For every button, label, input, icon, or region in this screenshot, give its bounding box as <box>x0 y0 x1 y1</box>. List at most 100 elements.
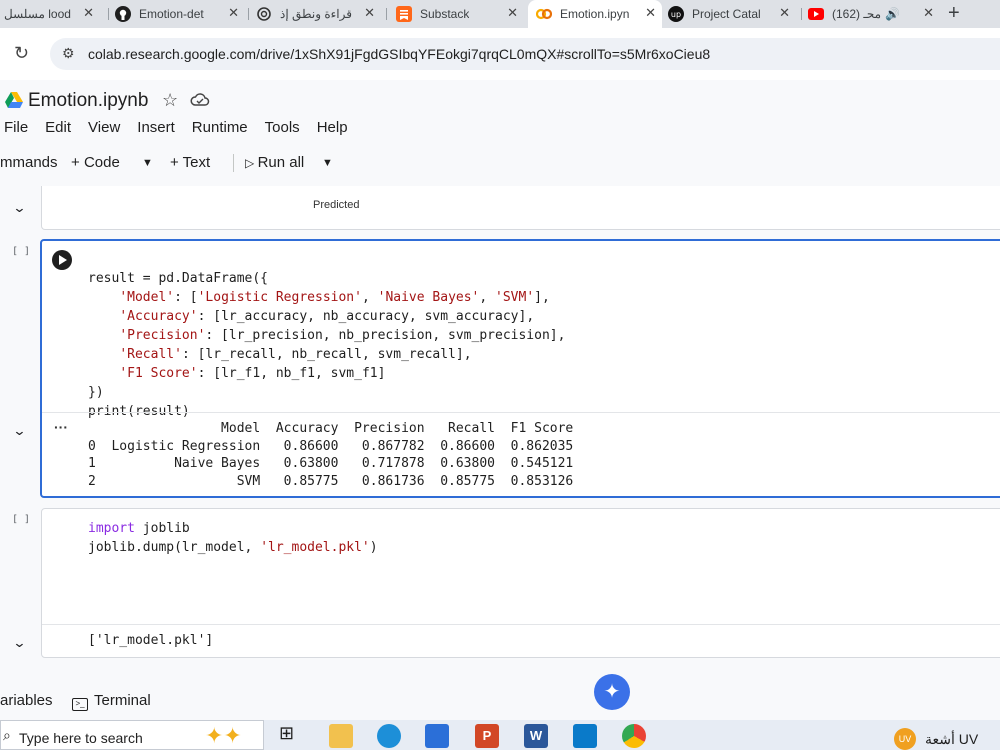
code-line: }) <box>88 385 104 400</box>
code-line: 'Model': ['Logistic Regression', 'Naive … <box>119 290 550 305</box>
chevron-down-icon[interactable]: ▼ <box>322 157 333 169</box>
browser-tab[interactable]: up Project Catal ✕ <box>668 0 796 28</box>
toolbar-divider <box>233 154 234 172</box>
chevron-down-icon[interactable]: ▼ <box>142 157 153 169</box>
menu-tools[interactable]: Tools <box>265 119 300 141</box>
tab-label: مسلسل lood <box>4 7 71 21</box>
run-all-label: Run all <box>257 154 305 171</box>
youtube-icon <box>808 8 824 20</box>
code-line: 'Recall': [lr_recall, nb_recall, svm_rec… <box>119 347 472 362</box>
notebook-title[interactable]: Emotion.ipynb <box>28 90 148 112</box>
close-icon[interactable]: ✕ <box>507 5 518 21</box>
run-cell-button[interactable] <box>52 250 72 270</box>
add-text-button[interactable]: + Text <box>170 154 210 171</box>
code-line: joblib.dump(lr_model, 'lr_model.pkl') <box>88 540 378 555</box>
url-field[interactable]: ⚙ colab.research.google.com/drive/1xShX9… <box>50 38 1000 70</box>
browser-tab[interactable]: مسلسل lood ✕ <box>0 0 100 28</box>
tab-label: (162) محـ <box>832 7 882 21</box>
code-line: import joblib <box>88 521 190 536</box>
execution-count: [ ] <box>12 514 31 525</box>
menu-view[interactable]: View <box>88 119 120 141</box>
openai-icon <box>257 7 271 21</box>
browser-tab[interactable]: (162) محـ 🔊 ✕ <box>808 0 940 28</box>
close-icon[interactable]: ✕ <box>228 5 239 21</box>
site-info-icon[interactable]: ⚙ <box>62 45 75 62</box>
output-text: Predicted <box>313 199 360 211</box>
gemini-sparkle-icon[interactable]: ✦ <box>594 674 630 710</box>
play-icon: ▷ <box>245 156 258 170</box>
upwork-icon: up <box>668 6 684 22</box>
tray-weather-label[interactable]: أشعة UV <box>925 731 978 748</box>
browser-tab[interactable]: Emotion-det ✕ <box>115 0 245 28</box>
more-actions-icon[interactable]: ··· <box>54 419 68 435</box>
url-text: colab.research.google.com/drive/1xShX91j… <box>88 46 711 62</box>
reload-icon[interactable]: ↻ <box>14 43 29 64</box>
code-editor[interactable]: result = pd.DataFrame({ 'Model': ['Logis… <box>88 250 565 421</box>
collapse-output-icon[interactable]: ⌄ <box>12 200 26 216</box>
vscode-icon[interactable] <box>573 724 597 748</box>
close-icon[interactable]: ✕ <box>83 5 94 21</box>
speaker-icon: 🔊 <box>885 7 901 21</box>
github-icon <box>115 6 131 22</box>
add-text-label: Text <box>182 154 211 171</box>
commands-button[interactable]: mmands <box>0 154 58 171</box>
substack-icon <box>396 6 412 22</box>
uv-weather-icon[interactable]: UV <box>894 728 916 750</box>
windows-taskbar: ⌕ Type here to search ✦✦ ⊞ P W <box>0 720 1000 750</box>
plus-icon: + <box>170 154 183 171</box>
browser-tab[interactable]: قراءة ونطق إذ ✕ <box>256 0 381 28</box>
collapse-output-icon[interactable]: ⌄ <box>12 423 26 439</box>
collapse-output-icon[interactable]: ⌄ <box>12 635 26 651</box>
tab-label: قراءة ونطق إذ <box>280 7 352 21</box>
taskbar-search[interactable]: ⌕ Type here to search ✦✦ <box>0 720 264 750</box>
cell-output: ['lr_model.pkl'] <box>88 633 214 648</box>
menu-help[interactable]: Help <box>317 119 348 141</box>
close-icon[interactable]: ✕ <box>645 5 656 21</box>
close-icon[interactable]: ✕ <box>923 5 934 21</box>
notebook-toolbar: mmands + Code ▼ + Text ▷ Run all ▼ <box>0 144 1000 180</box>
add-code-label: Code <box>83 154 120 171</box>
tab-separator <box>248 8 249 20</box>
colab-bottom-bar: ariables >_ Terminal <box>0 680 1000 720</box>
menu-insert[interactable]: Insert <box>137 119 175 141</box>
search-icon: ⌕ <box>3 727 11 743</box>
variables-tab[interactable]: ariables <box>0 692 53 709</box>
menu-runtime[interactable]: Runtime <box>192 119 248 141</box>
word-icon[interactable]: W <box>524 724 548 748</box>
output-divider <box>42 624 1000 625</box>
browser-tab-active[interactable]: Emotion.ipyn ✕ <box>528 0 662 28</box>
file-explorer-icon[interactable] <box>329 724 353 748</box>
code-line: 'F1 Score': [lr_f1, nb_f1, svm_f1] <box>119 366 386 381</box>
task-view-icon[interactable]: ⊞ <box>279 723 303 747</box>
new-tab-icon[interactable]: + <box>948 2 960 25</box>
edge-icon[interactable] <box>377 724 401 748</box>
code-line: result = pd.DataFrame({ <box>88 271 269 286</box>
address-bar: ↻ ⚙ colab.research.google.com/drive/1xSh… <box>0 28 1000 80</box>
code-editor[interactable]: import joblib joblib.dump(lr_model, 'lr_… <box>88 519 378 557</box>
chrome-icon[interactable] <box>622 724 646 748</box>
add-code-button[interactable]: + Code <box>71 154 120 171</box>
menu-edit[interactable]: Edit <box>45 119 71 141</box>
browser-tab[interactable]: Substack ✕ <box>396 0 524 28</box>
close-icon[interactable]: ✕ <box>364 5 375 21</box>
cloud-icon[interactable] <box>190 92 210 108</box>
store-icon[interactable] <box>425 724 449 748</box>
star-icon[interactable]: ☆ <box>162 90 178 111</box>
plus-icon: + <box>71 154 84 171</box>
tab-label: Emotion-det <box>139 7 204 21</box>
code-line: 'Precision': [lr_precision, nb_precision… <box>119 328 566 343</box>
output-table-row: 1 Naive Bayes 0.63800 0.717878 0.63800 0… <box>88 456 574 471</box>
menu-file[interactable]: File <box>4 119 28 141</box>
terminal-icon: >_ <box>72 698 88 711</box>
browser-tab-strip: مسلسل lood ✕ Emotion-det ✕ قراءة ونطق إذ… <box>0 0 1000 28</box>
terminal-tab[interactable]: >_ Terminal <box>72 692 151 711</box>
execution-count: [ ] <box>12 246 31 257</box>
output-table-row: 2 SVM 0.85775 0.861736 0.85775 0.853126 <box>88 473 574 489</box>
tab-separator <box>801 8 802 20</box>
code-line: 'Accuracy': [lr_accuracy, nb_accuracy, s… <box>119 309 535 324</box>
output-divider <box>42 412 1000 413</box>
tab-label: Emotion.ipyn <box>560 7 630 21</box>
powerpoint-icon[interactable]: P <box>475 724 499 748</box>
run-all-button[interactable]: ▷ Run all <box>245 154 304 171</box>
close-icon[interactable]: ✕ <box>779 5 790 21</box>
